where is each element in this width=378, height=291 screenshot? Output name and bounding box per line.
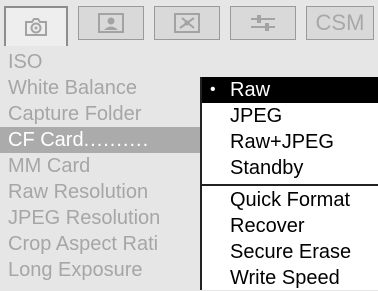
menu-item-label: CF Card — [8, 129, 84, 151]
popup-action-label: Quick Format — [230, 189, 351, 211]
popup-option-label: Raw+JPEG — [230, 131, 334, 153]
popup-action-quick-format[interactable]: Quick Format — [202, 187, 378, 213]
popup-option-label: JPEG — [230, 105, 283, 127]
menu-item-label: JPEG Resolution — [8, 207, 161, 229]
cf-card-popup-menu: • Raw JPEG Raw+JPEG Standby Quick Format… — [200, 77, 378, 290]
popup-action-recover[interactable]: Recover — [202, 213, 378, 239]
portrait-icon — [98, 13, 124, 33]
camera-menu-screen: CSM ISO White Balance Capture Folder CF … — [0, 0, 378, 290]
tab-tools[interactable] — [154, 6, 220, 40]
tab-csm-label: CSM — [315, 10, 365, 35]
popup-option-raw-jpeg[interactable]: Raw+JPEG — [202, 129, 378, 155]
menu-item-label: Capture Folder — [8, 103, 142, 125]
popup-action-secure-erase[interactable]: Secure Erase — [202, 239, 378, 265]
menu-item-label: Crop Aspect Rati — [8, 233, 159, 255]
popup-action-label: Write Speed — [230, 267, 340, 289]
popup-option-label: Raw — [230, 79, 271, 101]
tab-sliders[interactable] — [230, 6, 296, 40]
popup-action-label: Recover — [230, 215, 305, 237]
menu-tab-bar: CSM — [0, 0, 378, 46]
menu-item-label: Long Exposure — [8, 259, 143, 281]
popup-action-write-speed[interactable]: Write Speed — [202, 265, 378, 291]
menu-item-label: White Balance — [8, 77, 137, 99]
menu-item-label: Raw Resolution — [8, 181, 149, 203]
popup-option-jpeg[interactable]: JPEG — [202, 103, 378, 129]
tab-portrait[interactable] — [78, 6, 144, 40]
menu-item-cf-card[interactable]: CF Card.......... — [0, 127, 200, 153]
menu-item-label: ISO — [8, 51, 43, 73]
tab-csm[interactable]: CSM — [306, 6, 374, 40]
tools-icon — [174, 13, 200, 33]
camera-settings-icon — [25, 18, 47, 36]
popup-divider — [202, 184, 378, 186]
popup-action-label: Secure Erase — [230, 241, 352, 263]
sliders-icon — [251, 15, 275, 31]
popup-option-standby[interactable]: Standby — [202, 155, 378, 181]
menu-item-label: MM Card — [8, 155, 91, 177]
selected-bullet-icon: • — [210, 81, 216, 98]
tab-camera-settings[interactable] — [4, 6, 68, 46]
menu-item-dots: .......... — [83, 129, 150, 151]
popup-option-raw[interactable]: • Raw — [202, 77, 378, 103]
popup-option-label: Standby — [230, 157, 304, 179]
menu-item-iso[interactable]: ISO — [0, 49, 378, 75]
